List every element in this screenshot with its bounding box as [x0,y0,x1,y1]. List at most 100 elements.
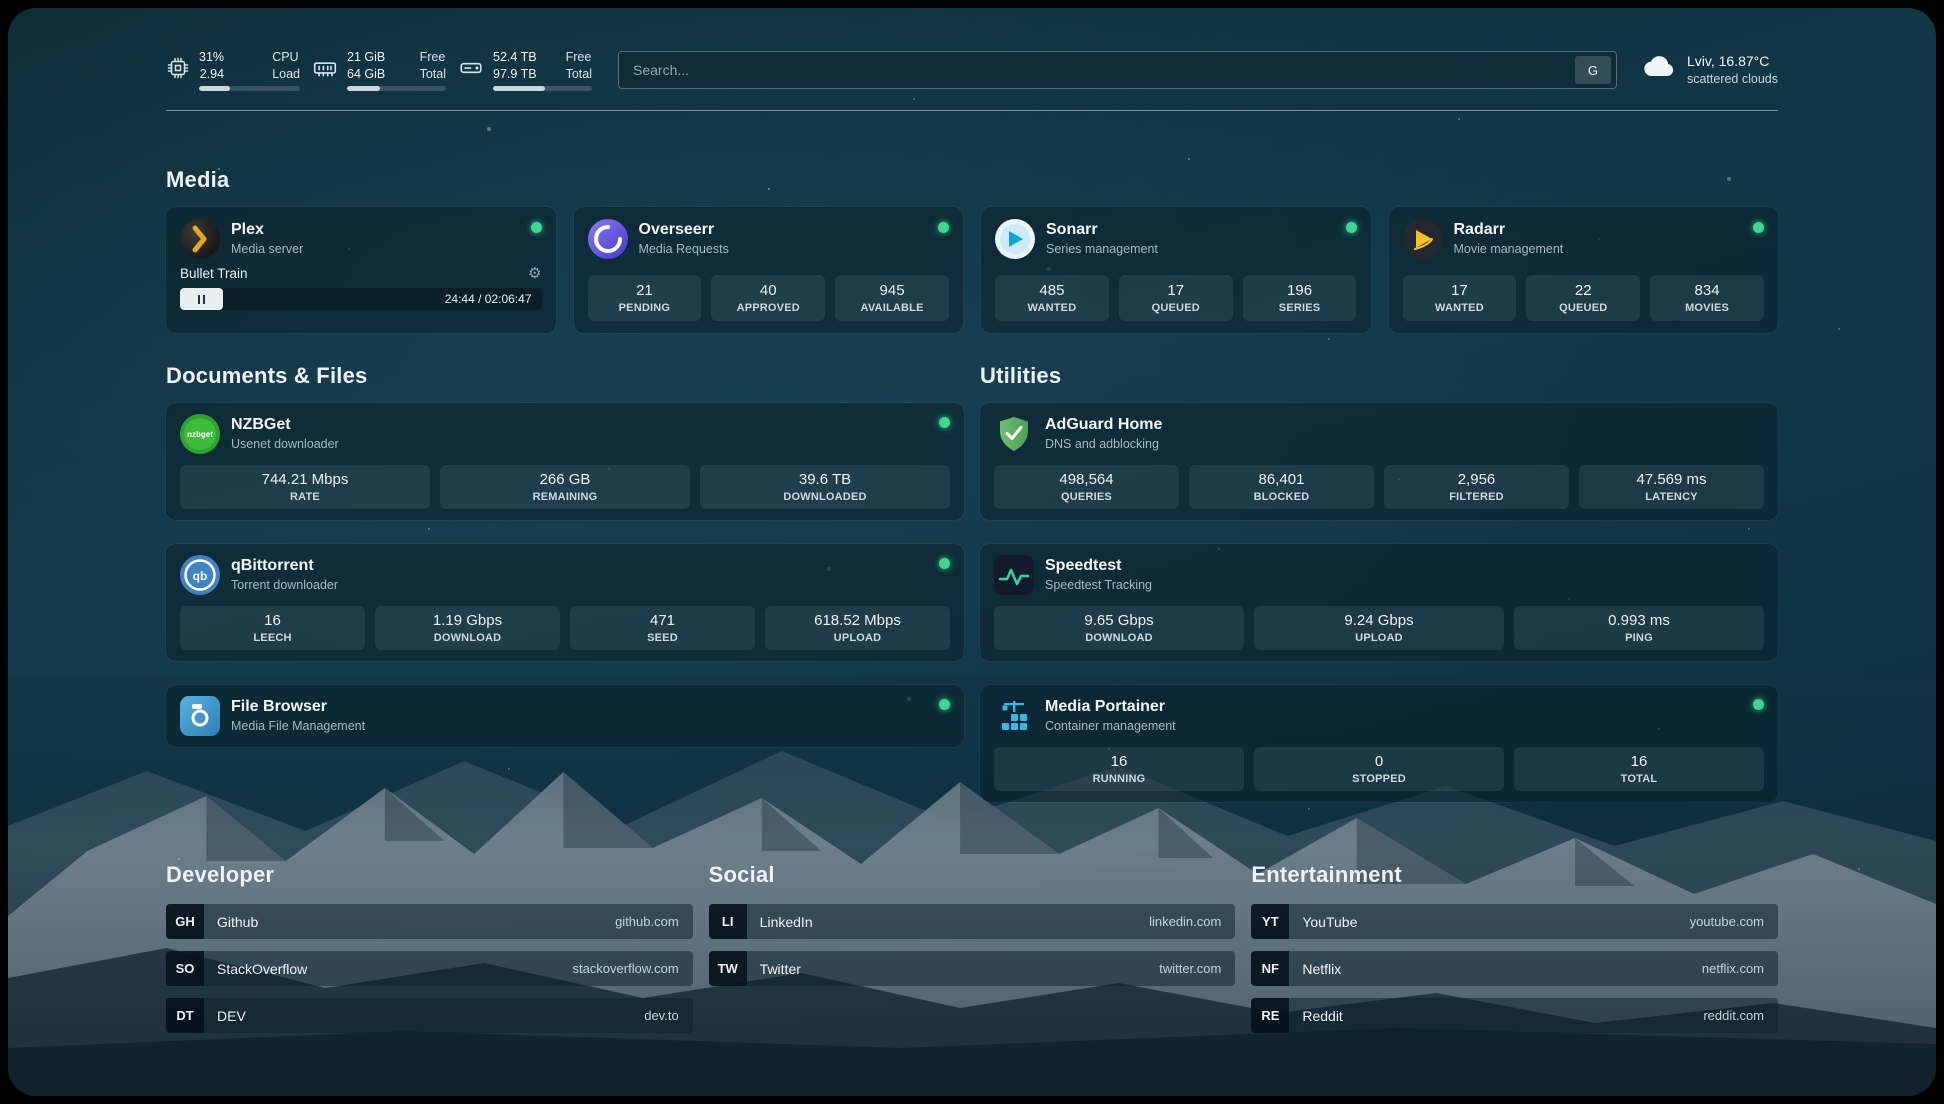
stat-series: 196 SERIES [1243,275,1357,321]
stat-running: 16 RUNNING [994,747,1244,791]
settings-gear-icon[interactable] [528,266,541,281]
utilities-section-title: Utilities [980,363,1778,389]
snow-specks [8,8,10,10]
bookmark-name: YouTube [1289,914,1689,930]
memory-free-label: Free [420,49,446,65]
bookmark-netflix[interactable]: NF Netflix netflix.com [1251,951,1778,986]
search-input[interactable] [619,52,1575,88]
adguard-card[interactable]: AdGuard Home DNS and adblocking 498,564 … [980,403,1778,520]
nzbget-icon: nzbget [180,414,220,454]
bookmark-name: StackOverflow [204,961,572,977]
sonarr-icon [995,219,1035,259]
sonarr-card[interactable]: Sonarr Series management 485 WANTED 17 Q… [981,207,1371,333]
speedtest-icon [994,555,1034,595]
app-subtitle: Usenet downloader [231,436,928,452]
developer-section-title: Developer [166,862,693,888]
app-subtitle: Media server [231,241,520,257]
bookmark-dev[interactable]: DT DEV dev.to [166,998,693,1033]
speedtest-card[interactable]: Speedtest Speedtest Tracking 9.65 Gbps D… [980,544,1778,661]
status-dot [1753,222,1764,233]
bookmark-twitter[interactable]: TW Twitter twitter.com [709,951,1236,986]
stat-leech: 16 LEECH [180,606,365,650]
stat-movies: 834 MOVIES [1650,275,1764,321]
storage-total-label: Total [566,66,592,82]
plex-card[interactable]: Plex Media server Bullet Train 24:44 / [166,207,556,333]
search-bar: G [618,51,1617,89]
app-name: Radarr [1454,220,1743,241]
cpu-percent: 31% [199,49,224,65]
portainer-card[interactable]: Media Portainer Container management 16 … [980,685,1778,802]
cpu-load-label: Load [272,66,300,82]
pause-icon[interactable] [198,295,205,304]
stat-downloaded: 39.6 TB DOWNLOADED [700,465,950,509]
bookmark-name: Netflix [1289,961,1702,977]
bookmark-abbr: TW [709,951,747,986]
bookmark-url: youtube.com [1690,914,1778,929]
cpu-progress-bar [199,86,300,91]
bookmark-youtube[interactable]: YT YouTube youtube.com [1251,904,1778,939]
cloud-icon [1643,54,1677,85]
app-name: qBittorrent [231,556,928,577]
app-subtitle: Media Requests [639,241,928,257]
nzbget-card[interactable]: nzbget NZBGet Usenet downloader 744.21 M… [166,403,964,520]
bookmark-abbr: LI [709,904,747,939]
documents-column: Documents & Files nzbget NZBGet [166,363,964,747]
status-dot [1753,699,1764,710]
disk-icon [458,55,484,86]
playback-progress-bar[interactable]: 24:44 / 02:06:47 [180,288,542,310]
memory-free-value: 21 GiB [347,49,385,65]
developer-bookmarks: Developer GH Github github.com SO StackO… [166,862,693,1033]
storage-free-value: 52.4 TB [493,49,537,65]
social-section-title: Social [709,862,1236,888]
app-name: NZBGet [231,415,928,436]
weather-widget: Lviv, 16.87°C scattered clouds [1643,52,1778,88]
stat-download: 9.65 Gbps DOWNLOAD [994,606,1244,650]
bookmark-abbr: YT [1251,904,1289,939]
bookmark-abbr: RE [1251,998,1289,1033]
filebrowser-card[interactable]: File Browser Media File Management [166,685,964,747]
qbittorrent-card[interactable]: qb qBittorrent Torrent downloader 16 LEE… [166,544,964,661]
top-bar: 31% 2.94 CPU Load [166,44,1778,96]
filebrowser-icon [180,696,220,736]
search-engine-button[interactable]: G [1575,56,1611,84]
storage-total-value: 97.9 TB [493,66,537,82]
storage-free-label: Free [566,49,592,65]
bookmark-name: DEV [204,1008,644,1024]
media-section: Media [166,167,1778,333]
bookmark-name: LinkedIn [747,914,1149,930]
media-section-title: Media [166,167,1778,193]
status-dot [531,222,542,233]
overseerr-card[interactable]: Overseerr Media Requests 21 PENDING 40 A… [574,207,964,333]
stat-available: 945 AVAILABLE [835,275,949,321]
stat-blocked: 86,401 BLOCKED [1189,465,1374,509]
stat-wanted: 17 WANTED [1403,275,1517,321]
bookmark-abbr: NF [1251,951,1289,986]
cpu-monitor: 31% 2.94 CPU Load [166,49,300,91]
bookmark-url: linkedin.com [1149,914,1235,929]
stat-filtered: 2,956 FILTERED [1384,465,1569,509]
app-subtitle: DNS and adblocking [1045,436,1764,452]
header-divider [166,110,1778,111]
bookmark-reddit[interactable]: RE Reddit reddit.com [1251,998,1778,1033]
status-dot [939,417,950,428]
memory-progress-bar [347,86,446,91]
radarr-icon [1403,219,1443,259]
app-name: Plex [231,220,520,241]
entertainment-section-title: Entertainment [1251,862,1778,888]
app-subtitle: Container management [1045,718,1742,734]
status-dot [938,222,949,233]
bookmark-linkedin[interactable]: LI LinkedIn linkedin.com [709,904,1236,939]
app-name: Media Portainer [1045,697,1742,718]
stat-remaining: 266 GB REMAINING [440,465,690,509]
bookmark-github[interactable]: GH Github github.com [166,904,693,939]
app-subtitle: Series management [1046,241,1335,257]
status-dot [939,699,950,710]
dashboard-background: 31% 2.94 CPU Load [8,8,1936,1096]
weather-condition: scattered clouds [1687,71,1778,88]
stat-ping: 0.993 ms PING [1514,606,1764,650]
bookmark-abbr: GH [166,904,204,939]
bookmark-stackoverflow[interactable]: SO StackOverflow stackoverflow.com [166,951,693,986]
stat-upload: 618.52 Mbps UPLOAD [765,606,950,650]
radarr-card[interactable]: Radarr Movie management 17 WANTED 22 QUE… [1389,207,1779,333]
app-subtitle: Media File Management [231,718,928,734]
